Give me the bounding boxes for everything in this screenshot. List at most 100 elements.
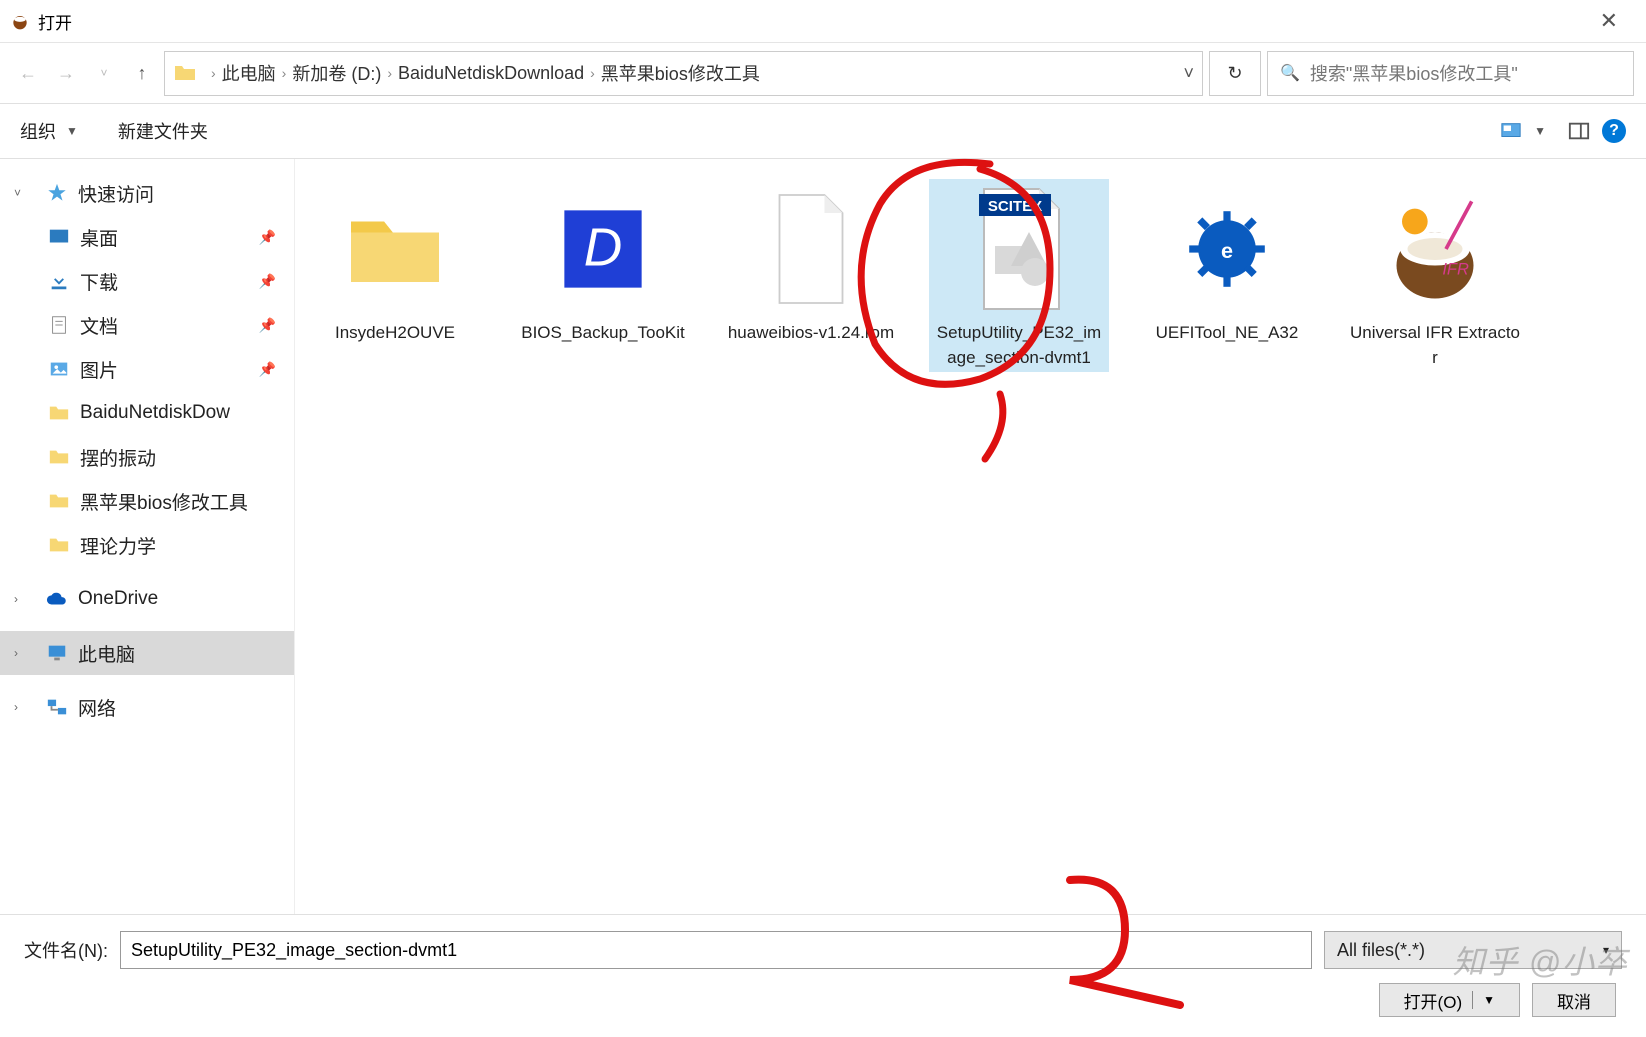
coconut-icon: IFR <box>1365 179 1505 319</box>
file-item[interactable]: D BIOS_Backup_TooKit <box>513 179 693 372</box>
sidebar-item-onedrive[interactable]: › OneDrive <box>0 577 294 621</box>
recent-dropdown[interactable]: ˅ <box>88 57 120 89</box>
file-item[interactable]: IFR Universal IFR Extractor <box>1345 179 1525 372</box>
star-icon <box>46 182 68 204</box>
sidebar-item-pictures[interactable]: 图片 📌 <box>0 347 294 391</box>
sidebar-item-label: 桌面 <box>80 224 118 251</box>
search-input[interactable]: 🔍 搜索"黑苹果bios修改工具" <box>1267 51 1634 96</box>
file-label: SetupUtility_PE32_image_section-dvmt1 <box>929 319 1109 372</box>
filename-label: 文件名(N): <box>24 937 108 963</box>
chevron-right-icon: › <box>387 65 392 81</box>
search-icon: 🔍 <box>1280 63 1300 83</box>
file-item-selected[interactable]: SCITEX SetupUtility_PE32_image_section-d… <box>929 179 1109 372</box>
sidebar-item-label: 理论力学 <box>80 532 156 559</box>
filename-input[interactable] <box>120 931 1312 969</box>
file-label: Universal IFR Extractor <box>1345 319 1525 372</box>
breadcrumb[interactable]: › 此电脑 › 新加卷 (D:) › BaiduNetdiskDownload … <box>164 51 1203 96</box>
sidebar-item-baidu[interactable]: BaiduNetdiskDow <box>0 391 294 435</box>
chevron-down-icon[interactable]: ˅ <box>14 186 21 200</box>
cloud-icon <box>46 588 68 610</box>
chevron-right-icon: › <box>211 65 216 81</box>
sidebar-item-label: 网络 <box>78 694 116 721</box>
window-title: 打开 <box>38 9 72 34</box>
network-icon <box>46 696 68 718</box>
file-list[interactable]: InsydeH2OUVE D BIOS_Backup_TooKit huawei… <box>295 159 1646 914</box>
sidebar-item-label: 下载 <box>80 268 118 295</box>
path-seg-3[interactable]: 黑苹果bios修改工具 <box>601 60 760 86</box>
sidebar-item-quick-access[interactable]: ˅ 快速访问 <box>0 171 294 215</box>
new-folder-button[interactable]: 新建文件夹 <box>118 118 208 144</box>
sidebar-item-mechanics[interactable]: 理论力学 <box>0 523 294 567</box>
folder-icon <box>48 446 70 468</box>
sidebar-item-downloads[interactable]: 下载 📌 <box>0 259 294 303</box>
organize-button[interactable]: 组织 <box>20 118 56 144</box>
file-label: InsydeH2OUVE <box>331 319 459 348</box>
sidebar-item-this-pc[interactable]: › 此电脑 <box>0 631 294 675</box>
sidebar-item-network[interactable]: › 网络 <box>0 685 294 729</box>
file-label: huaweibios-v1.24.rom <box>724 319 898 348</box>
path-seg-1[interactable]: 新加卷 (D:) <box>292 60 381 86</box>
file-label: BIOS_Backup_TooKit <box>517 319 688 348</box>
chevron-right-icon[interactable]: › <box>14 700 18 714</box>
svg-text:SCITEX: SCITEX <box>988 198 1042 215</box>
pin-icon: 📌 <box>259 317 276 334</box>
watermark: 知乎 @小卒 <box>1453 937 1628 983</box>
sidebar-item-vibration[interactable]: 摆的振动 <box>0 435 294 479</box>
file-item[interactable]: huaweibios-v1.24.rom <box>721 179 901 372</box>
file-item[interactable]: e UEFITool_NE_A32 <box>1137 179 1317 372</box>
sidebar: ˅ 快速访问 桌面 📌 下载 📌 文档 📌 图片 📌 BaiduNetdi <box>0 159 295 914</box>
close-icon[interactable]: ✕ <box>1582 8 1636 34</box>
chevron-down-icon[interactable]: ▼ <box>66 124 78 138</box>
sidebar-item-desktop[interactable]: 桌面 📌 <box>0 215 294 259</box>
content-area: ˅ 快速访问 桌面 📌 下载 📌 文档 📌 图片 📌 BaiduNetdi <box>0 159 1646 914</box>
sidebar-item-documents[interactable]: 文档 📌 <box>0 303 294 347</box>
back-button[interactable]: ← <box>12 57 44 89</box>
sidebar-item-label: OneDrive <box>78 588 158 610</box>
folder-icon <box>325 179 465 319</box>
chevron-down-icon[interactable]: ▼ <box>1483 993 1495 1007</box>
cancel-button[interactable]: 取消 <box>1532 983 1616 1017</box>
path-seg-0[interactable]: 此电脑 <box>222 60 276 86</box>
monitor-icon <box>46 642 68 664</box>
up-button[interactable]: ↑ <box>126 57 158 89</box>
open-button[interactable]: 打开(O) ▼ <box>1379 983 1520 1017</box>
help-icon[interactable]: ? <box>1602 119 1626 143</box>
file-label: UEFITool_NE_A32 <box>1152 319 1303 348</box>
folder-icon <box>48 490 70 512</box>
open-label: 打开(O) <box>1404 988 1463 1013</box>
chevron-right-icon: › <box>282 65 287 81</box>
view-icon[interactable] <box>1500 120 1522 142</box>
folder-icon <box>48 534 70 556</box>
nav-row: ← → ˅ ↑ › 此电脑 › 新加卷 (D:) › BaiduNetdiskD… <box>0 43 1646 103</box>
sidebar-item-label: 文档 <box>80 312 118 339</box>
document-icon <box>48 314 70 336</box>
folder-icon <box>48 402 70 424</box>
chevron-right-icon[interactable]: › <box>14 646 18 660</box>
download-icon <box>48 270 70 292</box>
refresh-button[interactable]: ↻ <box>1209 51 1261 96</box>
pin-icon: 📌 <box>259 229 276 246</box>
pin-icon: 📌 <box>259 361 276 378</box>
chevron-right-icon[interactable]: › <box>14 592 18 606</box>
svg-text:IFR: IFR <box>1442 261 1469 279</box>
chevron-down-icon[interactable]: ˅ <box>1183 63 1194 84</box>
sidebar-item-label: 摆的振动 <box>80 444 156 471</box>
pictures-icon <box>48 358 70 380</box>
search-placeholder: 搜索"黑苹果bios修改工具" <box>1310 60 1518 86</box>
gear-icon: e <box>1157 179 1297 319</box>
preview-pane-icon[interactable] <box>1568 120 1590 142</box>
sidebar-item-label: 图片 <box>80 356 118 383</box>
chevron-right-icon: › <box>590 65 595 81</box>
sidebar-item-label: BaiduNetdiskDow <box>80 402 230 424</box>
path-seg-2[interactable]: BaiduNetdiskDownload <box>398 63 584 84</box>
desktop-icon <box>48 226 70 248</box>
sidebar-item-hackintosh[interactable]: 黑苹果bios修改工具 <box>0 479 294 523</box>
cancel-label: 取消 <box>1557 988 1591 1013</box>
file-item[interactable]: InsydeH2OUVE <box>305 179 485 372</box>
forward-button[interactable]: → <box>50 57 82 89</box>
app-icon: D <box>533 179 673 319</box>
folder-icon <box>173 61 197 85</box>
app-icon <box>10 11 30 31</box>
chevron-down-icon[interactable]: ▼ <box>1534 124 1546 138</box>
sidebar-item-label: 快速访问 <box>78 180 154 207</box>
